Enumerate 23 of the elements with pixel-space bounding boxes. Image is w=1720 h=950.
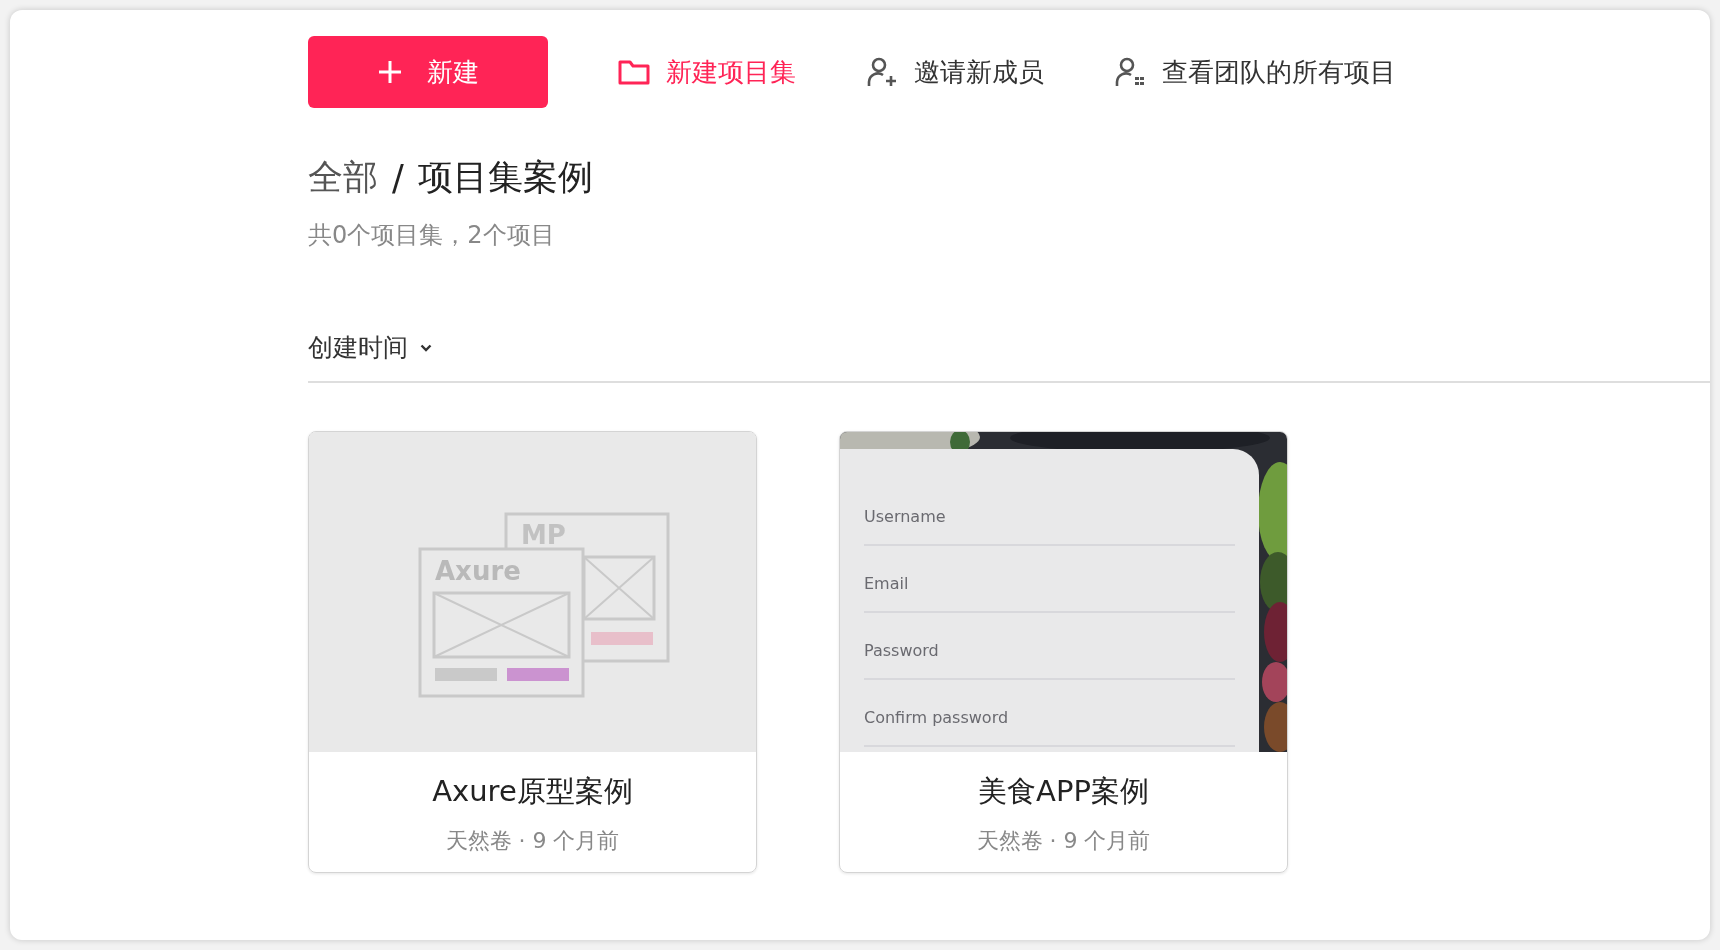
project-card[interactable]: Username Email Password Confirm password 美食APP案例 天然卷 · 9 个月前: [839, 431, 1288, 873]
card-title: Axure原型案例: [431, 773, 634, 810]
breadcrumb-item: 项目集案例: [417, 156, 593, 199]
new-button[interactable]: 新建: [308, 36, 548, 108]
input-field: Email: [864, 546, 1235, 613]
card-meta: 天然卷 · 9 个月前: [975, 827, 1152, 855]
toolbar-button[interactable]: 新建项目集: [618, 54, 796, 90]
project-count: 共0个项目集，2个项目: [308, 220, 556, 251]
caret-icon: [420, 343, 432, 352]
input-field: Confirm password: [864, 680, 1235, 747]
breadcrumb-separator: /: [392, 157, 404, 198]
input-field: Username: [864, 479, 1235, 546]
user-list-icon: [1114, 56, 1146, 88]
sort-dropdown[interactable]: 创建时间: [308, 331, 432, 364]
user-plus-icon: [866, 56, 898, 88]
input-field: Password: [864, 613, 1235, 680]
card-meta: 天然卷 · 9 个月前: [444, 827, 621, 855]
card-title: 美食APP案例: [977, 773, 1150, 810]
toolbar-button[interactable]: 邀请新成员: [866, 54, 1044, 90]
toolbar-button[interactable]: 查看团队的所有项目: [1114, 54, 1396, 90]
folder-icon: [618, 59, 650, 85]
plus-icon: [377, 59, 403, 85]
breadcrumb-item[interactable]: 全部: [308, 154, 378, 201]
